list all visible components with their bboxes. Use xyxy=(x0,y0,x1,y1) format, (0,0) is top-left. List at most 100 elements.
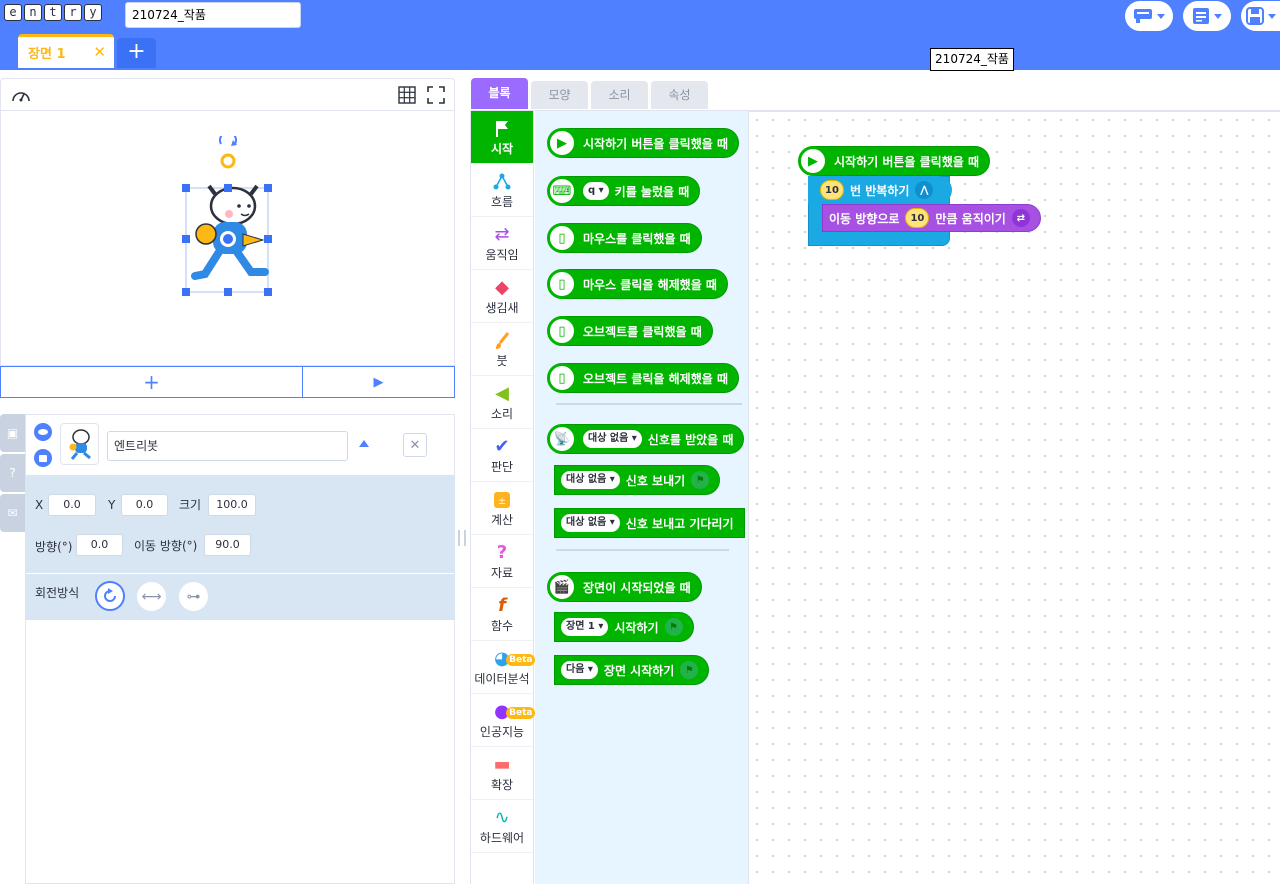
visibility-toggle[interactable] xyxy=(34,423,52,441)
rotate-free-button[interactable] xyxy=(95,581,125,611)
category-function[interactable]: f 함수 xyxy=(471,588,533,641)
block-send-signal-wait[interactable]: 대상 없음 ▾ 신호 보내고 기다리기 xyxy=(554,508,745,538)
block-when-signal-received[interactable]: 📡 대상 없음 ▾ 신호를 받았을 때 xyxy=(547,424,745,454)
block-start-scene[interactable]: 장면 1 ▾ 시작하기 ⚑ xyxy=(554,612,694,642)
help-tab[interactable]: ? xyxy=(0,454,25,492)
no-rotate-icon: ⊶ xyxy=(186,588,201,605)
category-label: 데이터분석 xyxy=(474,671,530,686)
panel-resize-handle[interactable] xyxy=(458,530,466,546)
fullscreen-icon[interactable] xyxy=(427,86,445,104)
delete-object-button[interactable]: ✕ xyxy=(403,433,427,457)
tab-scene-1[interactable]: 장면 1 ✕ xyxy=(18,34,114,68)
save-menu-button[interactable] xyxy=(1241,1,1280,31)
block-text: 신호 보내고 기다리기 xyxy=(625,516,734,531)
lock-toggle[interactable] xyxy=(34,449,52,467)
category-label: 시작 xyxy=(490,141,514,156)
block-when-start-clicked[interactable]: ▶ 시작하기 버튼을 클릭했을 때 xyxy=(547,128,740,158)
block-when-mouse-clicked[interactable]: ▯ 마우스를 클릭했을 때 xyxy=(547,223,702,253)
block-send-signal[interactable]: 대상 없음 ▾ 신호 보내기 ⚑ xyxy=(554,465,721,495)
category-motion[interactable]: ⇄ 움직임 xyxy=(471,217,533,270)
repeat-count-input[interactable]: 10 xyxy=(820,180,844,200)
block-text: 키를 눌렀을 때 xyxy=(614,184,690,199)
block-start-next-scene[interactable]: 다음 ▾ 장면 시작하기 ⚑ xyxy=(554,655,710,685)
console-tab[interactable]: ✉ xyxy=(0,494,25,532)
move-direction-field[interactable]: 90.0 xyxy=(204,534,251,556)
direction-field[interactable]: 0.0 xyxy=(76,534,123,556)
category-flow[interactable]: 흐름 xyxy=(471,164,533,217)
help-icon: ? xyxy=(9,466,16,480)
brush-icon xyxy=(494,330,510,352)
chevron-down-icon xyxy=(1214,13,1222,19)
category-start[interactable]: 시작 xyxy=(471,111,533,164)
block-when-object-released[interactable]: ▯ 오브젝트 클릭을 해제했을 때 xyxy=(547,363,740,393)
block-when-object-clicked[interactable]: ▯ 오브젝트를 클릭했을 때 xyxy=(547,316,713,346)
close-icon[interactable]: ✕ xyxy=(93,43,106,61)
category-label: 움직임 xyxy=(485,247,519,262)
category-ai[interactable]: ● Beta 인공지능 xyxy=(471,694,536,747)
block-text: 오브젝트 클릭을 해제했을 때 xyxy=(583,371,729,386)
y-field[interactable]: 0.0 xyxy=(121,494,168,516)
rotation-section xyxy=(25,574,455,620)
block-text: 시작하기 버튼을 클릭했을 때 xyxy=(834,154,980,169)
tab-properties[interactable]: 속성 xyxy=(651,81,708,109)
next-scene-dropdown[interactable]: 다음 ▾ xyxy=(561,661,598,679)
run-button[interactable]: ▶ xyxy=(303,367,454,397)
scene-dropdown[interactable]: 장면 1 ▾ xyxy=(561,618,609,636)
category-brush[interactable]: 붓 xyxy=(471,323,533,376)
size-field[interactable]: 100.0 xyxy=(208,494,256,516)
script-move-block[interactable]: 이동 방향으로 10 만큼 움직이기 ⇄ xyxy=(822,204,1041,232)
block-text: 오브젝트를 클릭했을 때 xyxy=(583,324,702,339)
object-thumbnail[interactable] xyxy=(60,423,99,465)
grid-icon[interactable] xyxy=(398,86,416,104)
beta-badge: Beta xyxy=(506,653,536,666)
tab-sounds[interactable]: 소리 xyxy=(591,81,648,109)
category-looks[interactable]: ◆ 생김새 xyxy=(471,270,533,323)
category-judgement[interactable]: ✔ 판단 xyxy=(471,429,533,482)
rotate-none-button[interactable]: ⊶ xyxy=(179,582,208,611)
category-data[interactable]: ? 자료 xyxy=(471,535,533,588)
stage-canvas[interactable] xyxy=(0,110,455,366)
flag-icon: ⚑ xyxy=(691,471,710,489)
category-label: 하드웨어 xyxy=(479,830,525,845)
project-name-input[interactable]: 210724_작품 xyxy=(125,2,301,28)
function-icon: f xyxy=(498,595,506,616)
block-when-mouse-released[interactable]: ▯ 마우스 클릭을 해제했을 때 xyxy=(547,269,728,299)
block-when-key-pressed[interactable]: ⌨ q ▾ 키를 눌렀을 때 xyxy=(547,176,701,206)
list-icon xyxy=(1193,8,1209,24)
signal-dropdown[interactable]: 대상 없음 ▾ xyxy=(561,471,620,489)
signal-dropdown[interactable]: 대상 없음 ▾ xyxy=(583,430,642,448)
comment-menu-button[interactable] xyxy=(1125,1,1173,31)
category-data-analysis[interactable]: ◕ Beta 데이터분석 xyxy=(471,641,536,694)
object-tab[interactable]: ▣ xyxy=(0,414,25,452)
script-repeat-header[interactable]: 10 번 반복하기 ⋀ xyxy=(808,176,952,204)
tab-shapes[interactable]: 모양 xyxy=(531,81,588,109)
category-sound[interactable]: ◀ 소리 xyxy=(471,376,533,429)
object-name-input[interactable]: 엔트리봇 xyxy=(107,431,348,461)
add-object-button[interactable]: + xyxy=(1,367,303,397)
tab-blocks[interactable]: 블록 xyxy=(471,78,528,109)
script-when-start-clicked[interactable]: ▶ 시작하기 버튼을 클릭했을 때 xyxy=(798,146,991,176)
move-amount-input[interactable]: 10 xyxy=(905,208,930,228)
category-expansion[interactable]: ▬ 확장 xyxy=(471,747,533,800)
list-menu-button[interactable] xyxy=(1183,1,1231,31)
speed-gauge-icon[interactable] xyxy=(11,87,31,103)
block-categories: 시작 흐름 ⇄ 움직임 ◆ 생김새 붓 ◀ 소리 ✔ 판단 ± 계산 ? 자료 … xyxy=(470,111,536,884)
category-hardware[interactable]: ∿ 하드웨어 xyxy=(471,800,533,853)
logo-letter: e xyxy=(4,4,22,21)
block-text: 장면 시작하기 xyxy=(603,663,675,678)
signal-dropdown[interactable]: 대상 없음 ▾ xyxy=(561,514,620,532)
category-label: 인공지능 xyxy=(479,724,525,739)
collapse-arrow-icon[interactable] xyxy=(359,440,369,447)
size-label: 크기 xyxy=(179,498,202,512)
rotation-label: 회전방식 xyxy=(35,586,80,600)
x-field[interactable]: 0.0 xyxy=(48,494,96,516)
block-text: 만큼 움직이기 xyxy=(935,211,1006,226)
key-dropdown[interactable]: q ▾ xyxy=(583,182,609,200)
add-scene-button[interactable]: + xyxy=(117,38,156,68)
rotate-horizontal-button[interactable]: ⟷ xyxy=(137,582,166,611)
beta-badge: Beta xyxy=(506,706,536,719)
category-calc[interactable]: ± 계산 xyxy=(471,482,533,535)
entry-logo[interactable]: e n t r y xyxy=(4,4,102,21)
block-when-scene-started[interactable]: 🎬 장면이 시작되었을 때 xyxy=(547,572,702,602)
entrybot-sprite[interactable] xyxy=(171,136,291,306)
